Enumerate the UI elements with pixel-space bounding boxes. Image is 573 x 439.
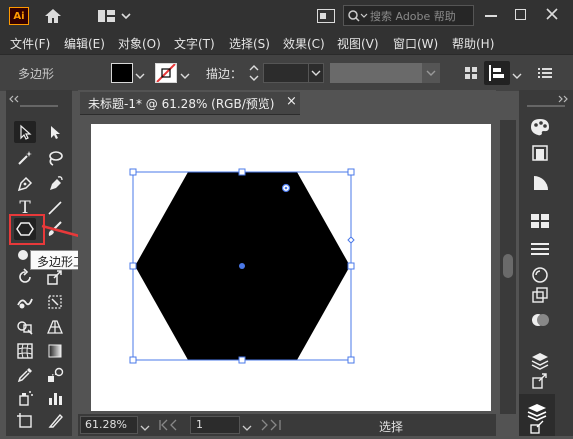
artboard-number-field[interactable]: 1 xyxy=(190,416,240,434)
current-tool-status: 选择 xyxy=(379,420,404,434)
zoom-field[interactable]: 61.28% xyxy=(80,416,138,434)
fill-swatch[interactable] xyxy=(111,63,133,83)
pen-tool-icon[interactable] xyxy=(14,173,36,195)
last-artboard-icon[interactable] xyxy=(258,419,284,431)
align-icon[interactable] xyxy=(484,61,510,85)
perspective-grid-tool-icon[interactable] xyxy=(44,316,66,338)
direct-selection-tool-icon[interactable] xyxy=(44,121,66,143)
lasso-tool-icon[interactable] xyxy=(44,147,66,169)
stroke-swatch[interactable] xyxy=(155,63,177,83)
eyedropper-tool-icon[interactable] xyxy=(14,364,36,386)
warp-tool-icon[interactable] xyxy=(14,291,36,313)
tab-close-icon[interactable]: × xyxy=(286,94,297,109)
column-graph-tool-icon[interactable] xyxy=(44,387,66,409)
transform-panel-icon[interactable] xyxy=(528,283,552,307)
artboard-tool-icon[interactable] xyxy=(14,410,36,432)
selection-tool-icon[interactable] xyxy=(14,121,36,143)
title-bar: Ai 搜索 Adobe 帮助 xyxy=(0,0,573,32)
menu-edit[interactable]: 编辑(E) xyxy=(64,35,105,52)
panel-collapse-icon[interactable] xyxy=(8,92,22,103)
side-count-widget xyxy=(347,236,355,244)
align-dropdown-icon[interactable] xyxy=(512,69,522,79)
profile-dropdown xyxy=(422,63,440,83)
blend-tool-icon[interactable] xyxy=(44,364,66,386)
slice-tool-icon[interactable] xyxy=(44,410,66,432)
line-segment-tool-icon[interactable] xyxy=(44,197,66,219)
search-field[interactable]: 搜索 Adobe 帮助 xyxy=(343,5,474,26)
workspace-switcher-icon[interactable] xyxy=(97,8,133,24)
menu-file[interactable]: 文件(F) xyxy=(10,35,50,52)
first-artboard-icon[interactable] xyxy=(158,419,184,431)
menu-view[interactable]: 视图(V) xyxy=(337,35,379,52)
menu-window[interactable]: 窗口(W) xyxy=(393,35,438,52)
stroke-dropdown-icon[interactable] xyxy=(180,69,190,79)
swatches-icon[interactable] xyxy=(528,141,552,165)
mesh-tool-icon[interactable] xyxy=(14,340,36,362)
maximize-icon[interactable] xyxy=(515,9,526,20)
document-tab-title: 未标题-1* @ 61.28% (RGB/预览) xyxy=(88,97,275,111)
layers-panel-button[interactable] xyxy=(519,394,555,436)
panel-expand-icon[interactable] xyxy=(555,92,569,103)
polygon-tool-icon[interactable] xyxy=(14,218,36,240)
stroke-weight-stepper[interactable] xyxy=(247,63,261,83)
menu-bar: 文件(F) 编辑(E) 对象(O) 文字(T) 选择(S) 效果(C) 视图(V… xyxy=(0,32,573,54)
scrollbar-thumb[interactable] xyxy=(503,254,513,278)
menu-type[interactable]: 文字(T) xyxy=(174,35,215,52)
arrange-documents-icon[interactable] xyxy=(465,67,477,79)
shape-builder-tool-icon[interactable] xyxy=(14,316,36,338)
document-tab[interactable]: 未标题-1* @ 61.28% (RGB/预览) × xyxy=(80,92,300,115)
curvature-tool-icon[interactable] xyxy=(44,173,66,195)
menu-select[interactable]: 选择(S) xyxy=(229,35,270,52)
status-bar: 61.28% 1 选择 xyxy=(78,414,496,436)
panel-grip[interactable] xyxy=(20,105,58,107)
artboard-number: 1 xyxy=(196,418,203,431)
home-icon[interactable] xyxy=(43,7,63,25)
close-icon[interactable] xyxy=(545,7,559,21)
control-bar: 多边形 描边： xyxy=(0,54,573,91)
panel-icon[interactable] xyxy=(317,9,335,23)
variable-width-profile xyxy=(330,63,422,83)
artwork xyxy=(129,168,355,364)
search-placeholder: 搜索 Adobe 帮助 xyxy=(370,10,456,23)
magic-wand-tool-icon[interactable] xyxy=(14,147,36,169)
color-guide-icon[interactable] xyxy=(528,115,552,139)
stroke-panel-icon[interactable] xyxy=(528,237,552,261)
fill-dropdown-icon[interactable] xyxy=(135,69,145,79)
symbol-sprayer-tool-icon[interactable] xyxy=(14,387,36,409)
menu-help[interactable]: 帮助(H) xyxy=(452,35,494,52)
free-transform-tool-icon[interactable] xyxy=(44,291,66,313)
stroke-weight-input[interactable] xyxy=(263,63,309,83)
right-panel-grip[interactable] xyxy=(527,105,565,107)
zoom-dropdown-icon[interactable] xyxy=(140,421,150,431)
center-point xyxy=(239,263,245,269)
menu-list-icon[interactable] xyxy=(538,67,552,79)
appearance-panel-icon[interactable] xyxy=(528,209,552,233)
pathfinder-panel-icon[interactable] xyxy=(528,308,552,332)
zoom-value: 61.28% xyxy=(85,418,127,431)
ai-logo: Ai xyxy=(9,7,29,25)
gradient-tool-icon[interactable] xyxy=(44,340,66,362)
menu-effect[interactable]: 效果(C) xyxy=(283,35,325,52)
vertical-scrollbar[interactable] xyxy=(500,120,516,414)
minimize-icon[interactable] xyxy=(485,15,497,17)
object-type-label: 多边形 xyxy=(18,67,55,81)
stroke-label: 描边： xyxy=(206,67,243,81)
right-panel-dock xyxy=(519,90,573,436)
search-icon xyxy=(348,10,368,22)
artboard-dropdown-icon[interactable] xyxy=(242,421,252,431)
artboard[interactable] xyxy=(91,124,491,411)
stroke-weight-dropdown[interactable] xyxy=(308,63,324,83)
asset-export-icon[interactable] xyxy=(528,369,552,393)
menu-object[interactable]: 对象(O) xyxy=(118,35,161,52)
gradient-panel-icon[interactable] xyxy=(528,171,552,195)
